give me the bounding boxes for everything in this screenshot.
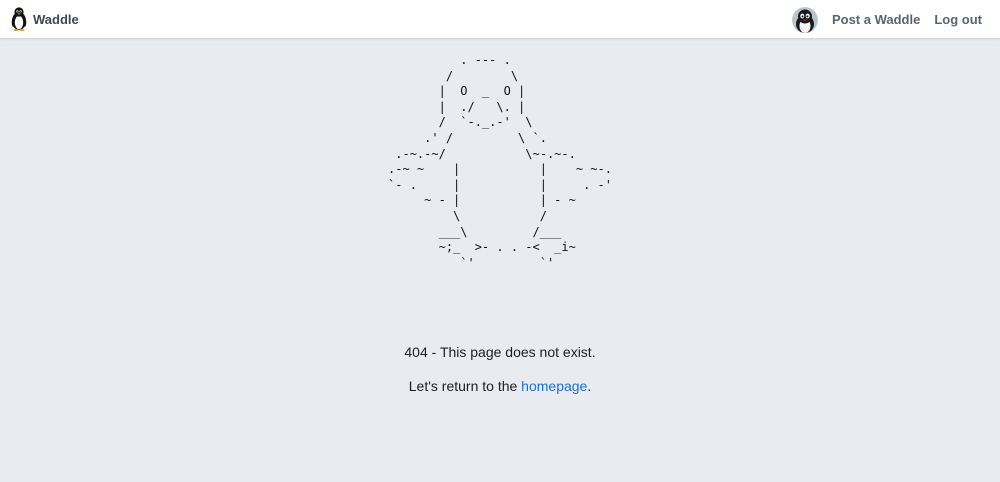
- return-message: Let's return to the homepage.: [0, 378, 1000, 394]
- error-message: 404 - This page does not exist.: [404, 344, 596, 360]
- top-navbar: Waddle Post a Waddle Log out: [0, 0, 1000, 39]
- logout-link[interactable]: Log out: [934, 12, 982, 27]
- user-avatar-penguin-icon: [791, 6, 818, 33]
- penguin-logo-icon: [11, 7, 27, 31]
- homepage-link[interactable]: homepage: [521, 378, 587, 394]
- user-avatar[interactable]: [791, 6, 818, 33]
- brand-home-link[interactable]: Waddle: [10, 7, 79, 31]
- nav-actions: Post a Waddle Log out: [791, 6, 982, 33]
- ascii-art-text: . --- . / \ | O _ O | | ./ \. | / `-._.-…: [388, 53, 612, 270]
- post-waddle-link[interactable]: Post a Waddle: [832, 12, 920, 27]
- brand-name: Waddle: [33, 11, 79, 27]
- return-prefix-text: Let's return to the: [408, 378, 522, 394]
- return-suffix-text: .: [587, 378, 592, 394]
- ascii-penguin-art: . --- . / \ | O _ O | | ./ \. | / `-._.-…: [0, 53, 1000, 271]
